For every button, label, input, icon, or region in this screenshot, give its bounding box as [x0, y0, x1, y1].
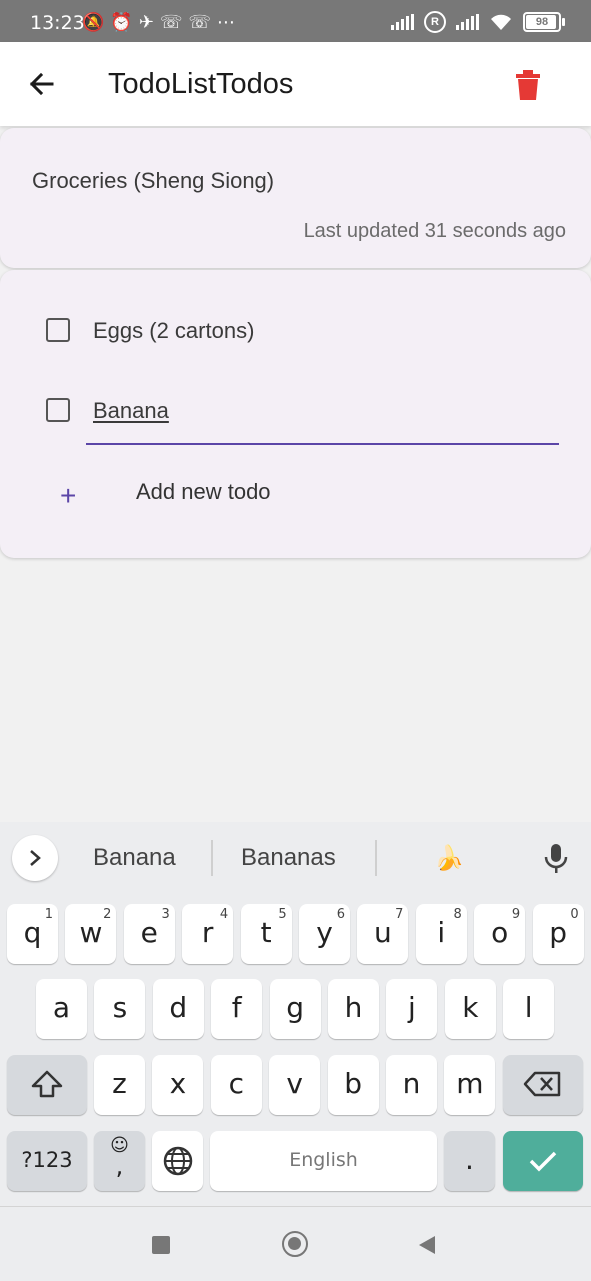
space-key[interactable]: English — [210, 1131, 437, 1191]
battery-icon: 98 — [523, 12, 565, 32]
key-number-hint: 7 — [395, 907, 404, 922]
key-j[interactable]: j — [386, 979, 438, 1039]
todo-checkbox[interactable] — [46, 318, 70, 342]
key-number-hint: 2 — [103, 907, 112, 922]
battery-level: 98 — [535, 16, 549, 28]
key-u[interactable]: u7 — [357, 904, 409, 964]
key-h[interactable]: h — [328, 979, 379, 1039]
status-time: 13:23 — [30, 12, 85, 34]
checkmark-icon — [529, 1151, 557, 1172]
key-s[interactable]: s — [94, 979, 146, 1039]
todo-text[interactable]: Eggs (2 cartons) — [93, 318, 254, 344]
add-icon[interactable]: + — [60, 480, 76, 512]
trash-icon[interactable] — [511, 68, 545, 102]
key-g[interactable]: g — [269, 979, 321, 1039]
expand-toolbar-button[interactable] — [12, 835, 58, 881]
key-letter: e — [140, 916, 158, 949]
todo-checkbox[interactable] — [46, 398, 70, 422]
list-info-card: Groceries (Sheng Siong) Last updated 31 … — [0, 128, 591, 268]
notification-icons: 🔕⏰✈☏☏⋯ — [82, 12, 241, 33]
key-number-hint: 9 — [511, 907, 521, 922]
comma-label: , — [115, 1152, 124, 1180]
home-button-dot — [288, 1237, 301, 1250]
suggestion-bar: Banana Bananas 🍌 — [0, 822, 591, 894]
shift-icon — [31, 1070, 63, 1098]
list-name[interactable]: Groceries (Sheng Siong) — [32, 168, 274, 194]
key-k[interactable]: k — [444, 979, 496, 1039]
key-letter: u — [374, 916, 392, 949]
key-p[interactable]: p0 — [532, 904, 584, 964]
back-triangle-icon[interactable] — [417, 1234, 437, 1256]
key-letter: w — [79, 916, 103, 949]
key-x[interactable]: x — [152, 1055, 204, 1115]
backspace-key[interactable] — [503, 1055, 583, 1115]
symbols-key[interactable]: ?123 — [7, 1131, 87, 1191]
done-key[interactable] — [503, 1131, 583, 1191]
key-e[interactable]: e3 — [123, 904, 175, 964]
key-r[interactable]: r4 — [182, 904, 234, 964]
key-number-hint: 1 — [44, 907, 53, 922]
recents-button[interactable] — [152, 1236, 170, 1254]
key-z[interactable]: z — [94, 1055, 145, 1115]
key-number-hint: 4 — [219, 907, 229, 922]
key-number-hint: 5 — [278, 907, 287, 922]
page-title: TodoListTodos — [108, 68, 294, 100]
microphone-icon[interactable] — [543, 842, 569, 876]
back-arrow-icon[interactable] — [22, 64, 62, 104]
status-right: R 98 — [391, 11, 565, 33]
input-focus-underline — [86, 443, 559, 445]
signal-icon — [391, 14, 414, 30]
backspace-icon — [523, 1071, 561, 1097]
key-b[interactable]: b — [327, 1055, 379, 1115]
shift-key[interactable] — [7, 1055, 87, 1115]
key-w[interactable]: w2 — [65, 904, 117, 964]
key-v[interactable]: v — [269, 1055, 321, 1115]
emoji-comma-key[interactable]: ☺ , — [94, 1131, 145, 1191]
last-updated-text: Last updated 31 seconds ago — [303, 220, 566, 242]
signal-icon-2 — [456, 14, 479, 30]
key-n[interactable]: n — [386, 1055, 437, 1115]
key-letter: t — [260, 916, 272, 949]
key-o[interactable]: o9 — [474, 904, 526, 964]
key-letter: o — [491, 916, 509, 949]
key-letter: y — [316, 916, 333, 949]
key-i[interactable]: i8 — [415, 904, 467, 964]
period-key[interactable]: . — [444, 1131, 495, 1191]
todo-text-input[interactable]: Banana — [93, 398, 169, 424]
wifi-icon — [491, 14, 511, 30]
key-t[interactable]: t5 — [240, 904, 292, 964]
key-number-hint: 8 — [453, 907, 462, 922]
suggestion-1[interactable]: Banana — [93, 844, 176, 872]
key-m[interactable]: m — [444, 1055, 496, 1115]
key-f[interactable]: f — [211, 979, 263, 1039]
todos-card — [0, 270, 591, 558]
system-nav-bar — [0, 1206, 591, 1281]
key-letter: q — [23, 916, 42, 949]
language-key[interactable] — [152, 1131, 203, 1191]
app-bar: TodoListTodos — [0, 42, 591, 126]
suggestion-2[interactable]: Bananas — [241, 844, 336, 872]
roaming-icon: R — [424, 11, 446, 33]
globe-icon — [163, 1146, 192, 1176]
key-letter: i — [437, 916, 446, 949]
key-letter: r — [201, 916, 214, 949]
suggestion-divider — [211, 840, 213, 876]
key-l[interactable]: l — [503, 979, 555, 1039]
key-letter: p — [549, 916, 567, 949]
key-number-hint: 3 — [161, 907, 170, 922]
key-number-hint: 6 — [336, 907, 345, 922]
home-button[interactable] — [282, 1231, 308, 1257]
key-y[interactable]: y6 — [299, 904, 350, 964]
key-a[interactable]: a — [36, 979, 87, 1039]
key-d[interactable]: d — [152, 979, 204, 1039]
add-todo-button[interactable]: Add new todo — [136, 479, 271, 505]
chevron-right-icon — [30, 850, 41, 866]
key-number-hint: 0 — [570, 907, 579, 922]
key-c[interactable]: c — [210, 1055, 262, 1115]
suggestion-divider — [375, 840, 377, 876]
key-q[interactable]: q1 — [7, 904, 58, 964]
suggestion-emoji[interactable]: 🍌 — [434, 844, 464, 873]
status-bar: 13:23 🔕⏰✈☏☏⋯ R 98 — [0, 0, 591, 42]
